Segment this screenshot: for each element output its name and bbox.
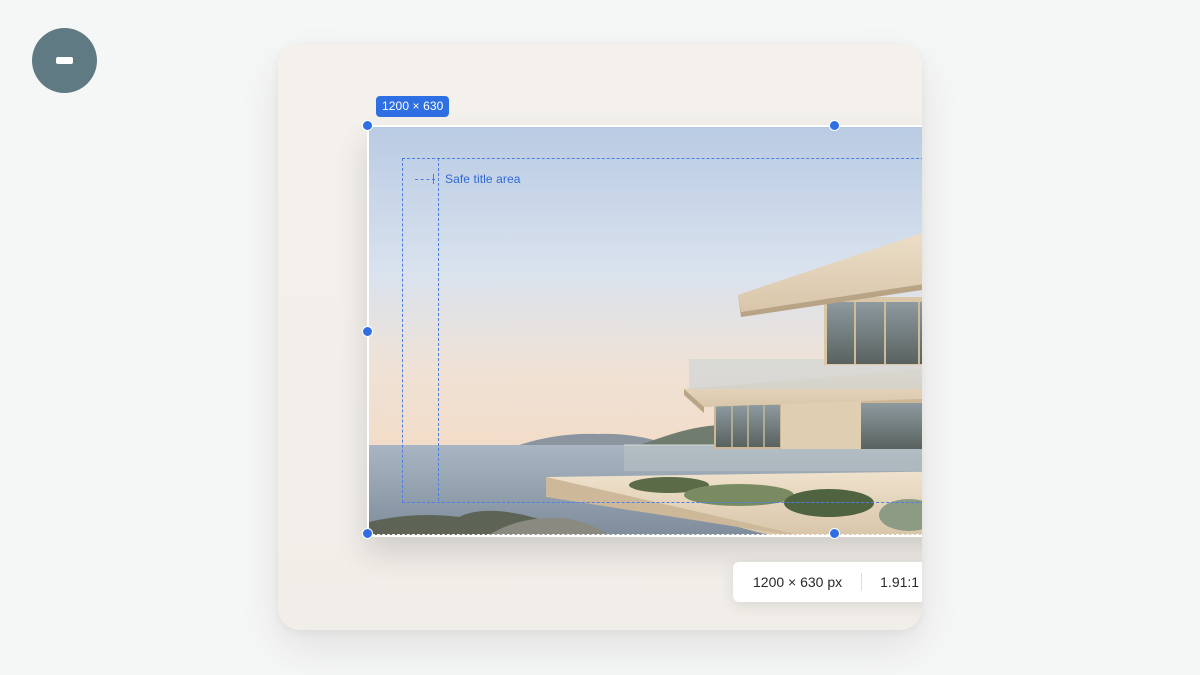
safe-area-label: Safe title area — [445, 172, 521, 186]
safe-area-arrow-tick — [433, 174, 434, 184]
safe-area-margin-line — [438, 158, 439, 501]
minus-icon — [56, 57, 73, 64]
resize-handle-bottom[interactable] — [829, 528, 840, 539]
resize-handle-left[interactable] — [362, 326, 373, 337]
resize-handle-top-left[interactable] — [362, 120, 373, 131]
resize-handle-top[interactable] — [829, 120, 840, 131]
preview-card: 1200 × 630 Safe title area 1200 × 630 px… — [278, 44, 922, 630]
image-frame[interactable] — [367, 125, 922, 537]
collapse-button[interactable] — [32, 28, 97, 93]
size-badge: 1200 × 630 — [376, 96, 450, 117]
dimensions-readout: 1200 × 630 px — [733, 573, 863, 591]
safe-area-arrow-icon — [415, 179, 435, 180]
dimension-info-pill: 1200 × 630 px 1.91:1 — [733, 562, 922, 602]
resize-handle-bottom-left[interactable] — [362, 528, 373, 539]
aspect-ratio-readout: 1.91:1 — [880, 574, 920, 590]
hero-image — [369, 127, 922, 535]
editor-page: 1200 × 630 Safe title area 1200 × 630 px… — [0, 0, 1200, 675]
